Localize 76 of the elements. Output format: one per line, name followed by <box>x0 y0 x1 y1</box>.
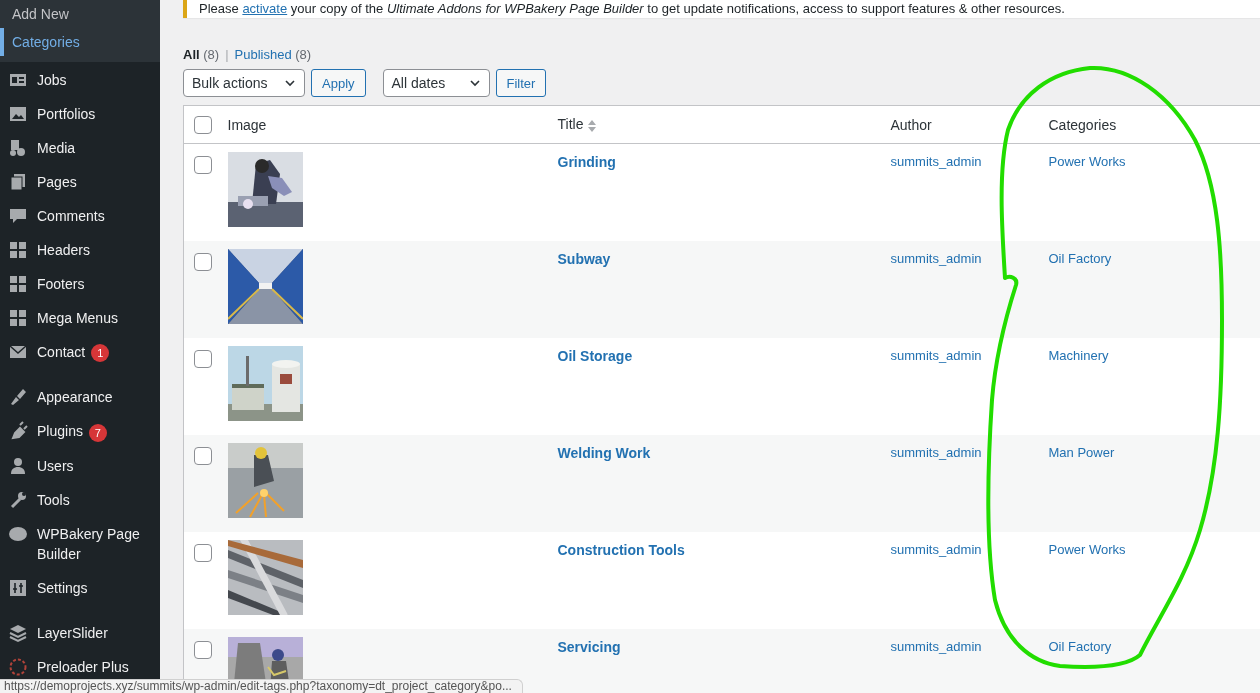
separator: | <box>225 47 229 62</box>
menu-item[interactable]: Mega Menus <box>37 308 118 328</box>
media-icon <box>8 138 28 158</box>
dashed-circle-icon <box>8 656 28 677</box>
pages-icon <box>8 172 28 192</box>
menu-item[interactable]: Appearance <box>37 387 113 408</box>
column-header[interactable]: Title <box>557 116 584 133</box>
menu-item[interactable]: Comments <box>37 206 105 226</box>
title-link[interactable]: Subway <box>557 251 611 267</box>
author-link[interactable]: summits_admin <box>890 445 982 460</box>
apply-button[interactable]: Apply <box>311 69 366 97</box>
image-icon <box>8 104 28 124</box>
title-link[interactable]: Grinding <box>557 154 616 170</box>
view-filter-link[interactable]: Published (8) <box>234 47 312 62</box>
activate-link[interactable]: activate <box>242 1 288 16</box>
date-select[interactable]: All dates <box>382 69 490 97</box>
speech-bubble-icon <box>8 206 28 226</box>
title-link[interactable]: Oil Storage <box>557 348 633 364</box>
grid-icon <box>8 274 28 294</box>
submenu-item[interactable]: Add New <box>0 0 160 28</box>
paintbrush-icon <box>8 387 28 408</box>
grid-icon <box>8 308 28 328</box>
checkbox[interactable] <box>194 447 212 465</box>
chevron-icon <box>284 77 296 89</box>
category-link[interactable]: Oil Factory <box>1048 251 1112 266</box>
menu-item[interactable]: Tools <box>37 489 70 510</box>
menu-item[interactable]: Preloader Plus <box>37 656 129 677</box>
checkbox[interactable] <box>194 641 212 659</box>
wrench-icon <box>8 489 28 510</box>
checkbox[interactable] <box>194 350 212 368</box>
category-link[interactable]: Machinery <box>1048 348 1109 363</box>
sort-icon[interactable] <box>587 118 598 133</box>
author-link[interactable]: summits_admin <box>890 251 982 266</box>
count-badge: 1 <box>91 344 110 363</box>
column-header: Image <box>227 116 267 133</box>
column-header: Author <box>890 116 932 133</box>
menu-item[interactable]: WPBakery Page Builder <box>37 523 152 564</box>
column-header: Categories <box>1048 116 1117 133</box>
menu-item[interactable]: Footers <box>37 274 85 294</box>
bulk-actions-select[interactable]: Bulk actions <box>183 69 305 97</box>
submenu-item[interactable]: Categories <box>0 28 160 56</box>
sliders-icon <box>8 577 28 598</box>
filter-button[interactable]: Filter <box>495 69 547 97</box>
checkbox[interactable] <box>194 253 212 271</box>
category-link[interactable]: Power Works <box>1048 542 1126 557</box>
menu-item[interactable]: Users <box>37 455 74 476</box>
user-icon <box>8 455 28 476</box>
author-link[interactable]: summits_admin <box>890 348 982 363</box>
count-badge: 7 <box>88 423 107 442</box>
checkbox[interactable] <box>194 115 212 134</box>
menu-item[interactable]: Settings <box>37 577 88 598</box>
author-link[interactable]: summits_admin <box>890 154 982 169</box>
chevron-icon <box>468 77 481 89</box>
menu-item[interactable]: Pages <box>37 172 77 192</box>
menu-item[interactable]: Jobs <box>37 70 67 90</box>
category-link[interactable]: Man Power <box>1048 445 1115 460</box>
menu-item[interactable]: Portfolios <box>37 104 96 124</box>
grid-icon <box>8 240 28 260</box>
checkbox[interactable] <box>194 156 212 174</box>
layers-icon <box>8 622 28 643</box>
title-link[interactable]: Construction Tools <box>557 542 685 558</box>
menu-item[interactable]: Plugins <box>37 421 83 442</box>
category-link[interactable]: Oil Factory <box>1048 639 1112 654</box>
category-link[interactable]: Power Works <box>1048 154 1126 169</box>
status-url: https://demoprojects.xyz/summits/wp-admin/edit-tags.php?taxonomy=dt_project_category&po... <box>0 679 523 693</box>
notice-text: Please activate your copy of the Ultimate Addons for WPBakery Page Builder to get update notifications, access to support features & other resources. <box>183 0 1260 18</box>
menu-item[interactable]: Contact <box>37 342 86 362</box>
menu-item[interactable]: Headers <box>37 240 90 260</box>
author-link[interactable]: summits_admin <box>890 542 982 557</box>
view-filter-link[interactable]: All (8) <box>183 47 220 62</box>
title-link[interactable]: Servicing <box>557 639 621 655</box>
checkbox[interactable] <box>194 544 212 562</box>
author-link[interactable]: summits_admin <box>890 639 982 654</box>
menu-item[interactable]: Media <box>37 138 76 158</box>
menu-item[interactable]: LayerSlider <box>37 622 108 643</box>
title-link[interactable]: Welding Work <box>557 445 651 461</box>
